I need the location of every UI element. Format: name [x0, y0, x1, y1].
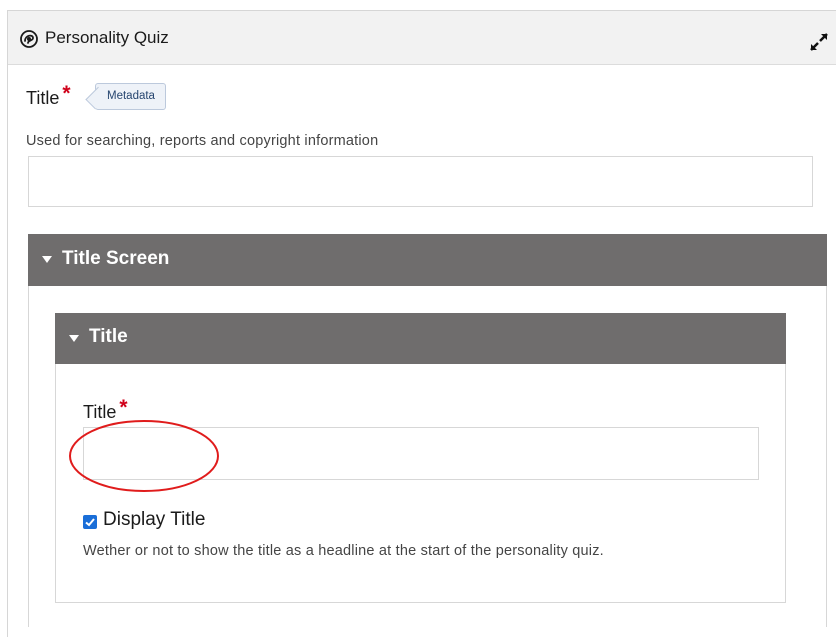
personality-quiz-icon — [20, 30, 38, 48]
app-title: Personality Quiz — [45, 28, 169, 47]
title-group-header[interactable]: Title — [55, 313, 786, 364]
title-screen-group-header[interactable]: Title Screen — [28, 234, 827, 286]
inner-title-label-row: Title * — [83, 396, 128, 424]
display-title-checkbox[interactable] — [83, 515, 97, 529]
title-field-description: Used for searching, reports and copyrigh… — [26, 133, 379, 149]
metadata-tag[interactable]: Metadata — [95, 83, 166, 110]
inner-title-label: Title — [83, 402, 117, 422]
caret-down-icon — [42, 256, 52, 263]
title-input[interactable] — [28, 156, 813, 207]
title-field-label: Title — [26, 88, 60, 108]
required-marker: * — [119, 396, 128, 419]
inner-title-input[interactable] — [83, 427, 759, 480]
checkmark-icon — [85, 518, 95, 527]
caret-down-icon — [69, 335, 79, 342]
display-title-description: Wether or not to show the title as a hea… — [83, 543, 604, 559]
title-field-label-row: Title * — [26, 82, 71, 114]
required-marker: * — [62, 82, 71, 105]
display-title-label: Display Title — [103, 509, 206, 530]
editor-header: Personality Quiz — [8, 11, 836, 65]
title-screen-group-label: Title Screen — [62, 248, 170, 269]
expand-icon[interactable] — [808, 31, 830, 53]
title-group-label: Title — [89, 326, 128, 347]
title-group-body — [55, 364, 786, 603]
